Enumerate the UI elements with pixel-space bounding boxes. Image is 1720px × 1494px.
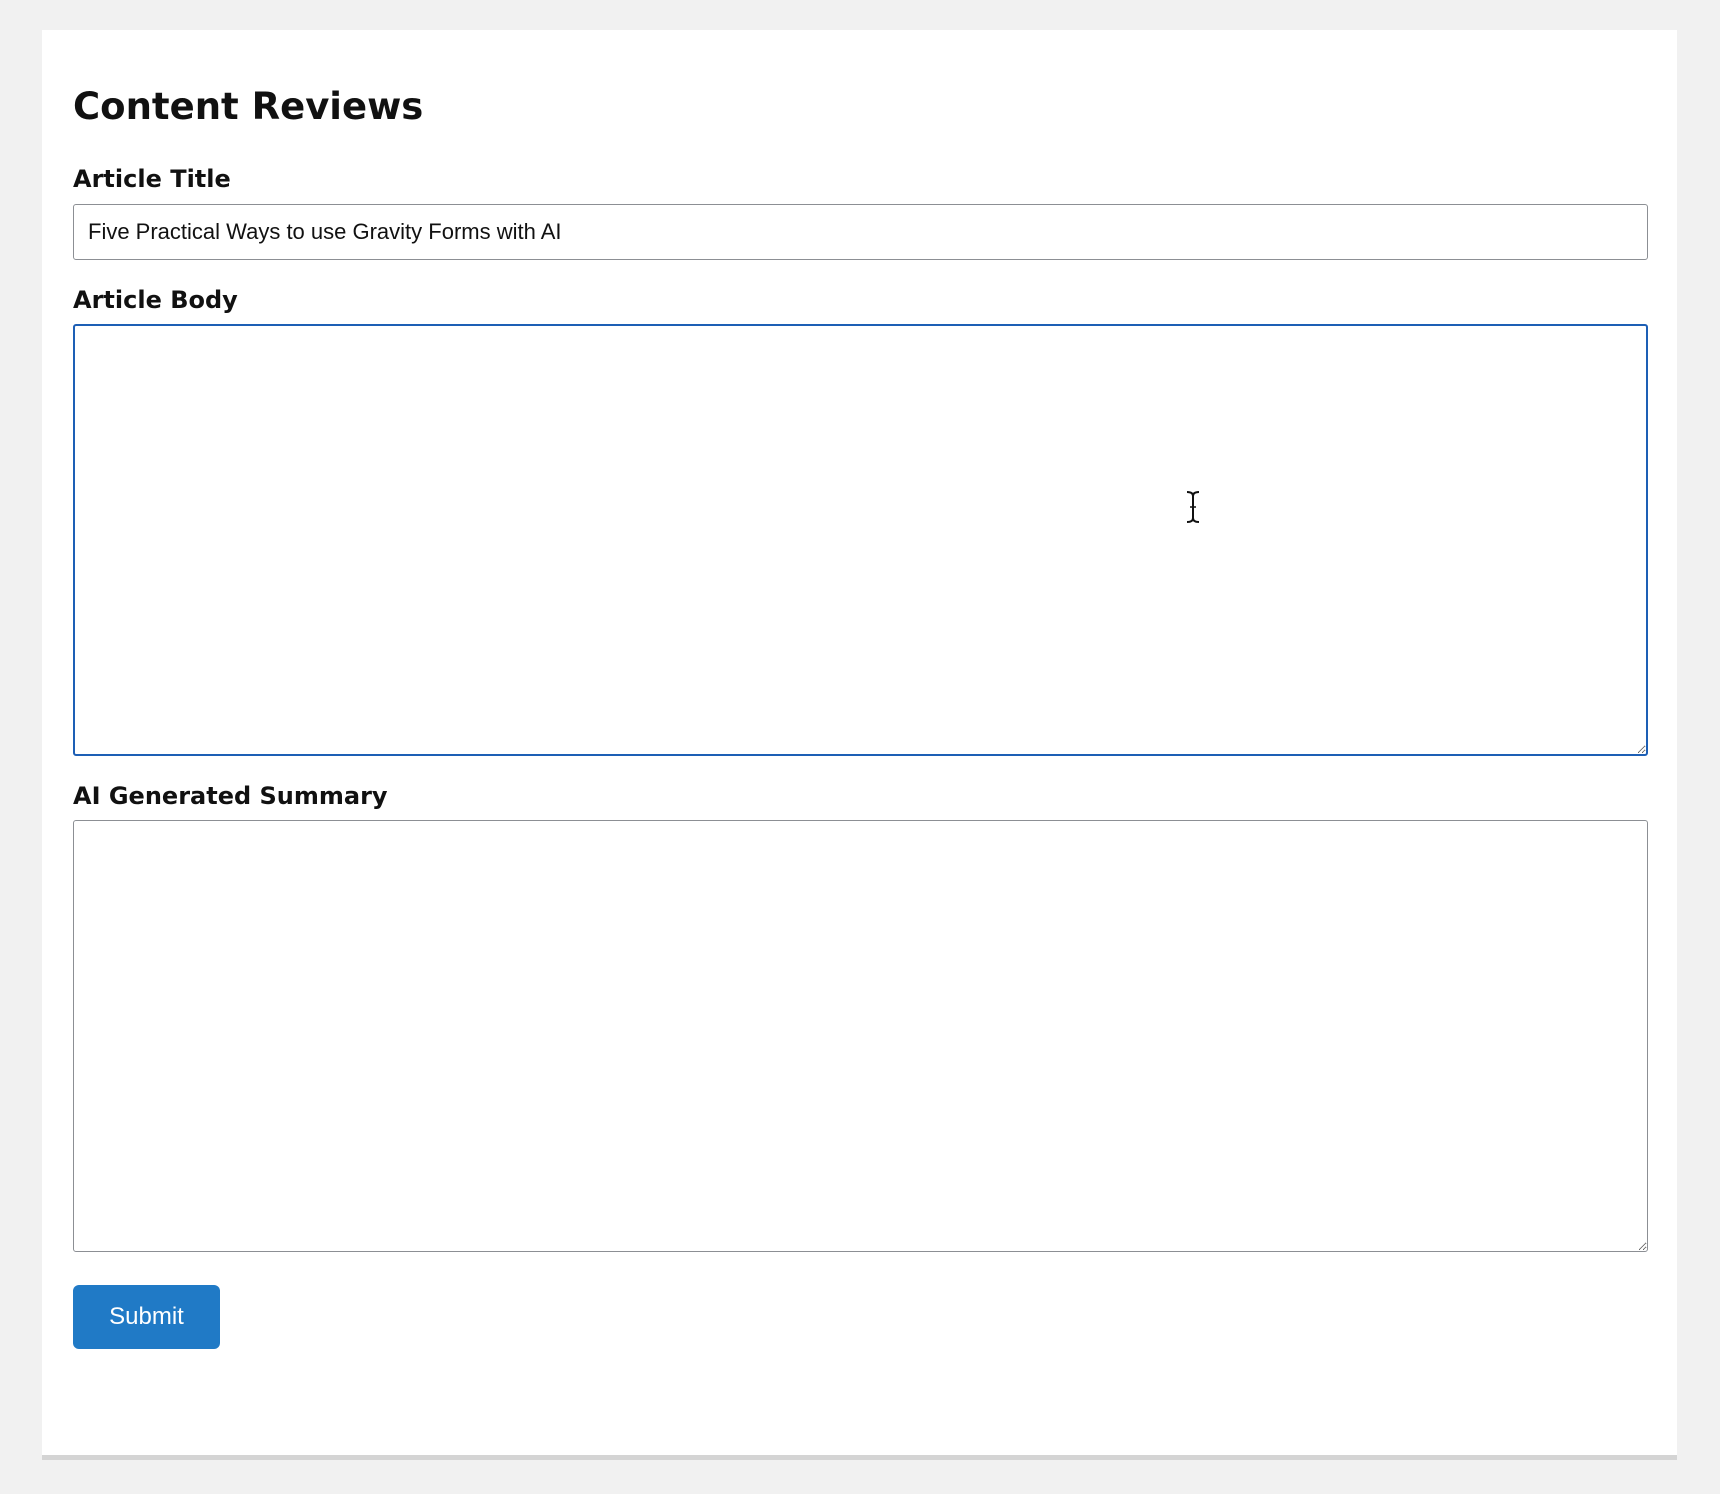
article-body-label: Article Body [73, 286, 238, 314]
form-card: Content Reviews Article Title Article Bo… [42, 30, 1677, 1455]
submit-button[interactable]: Submit [73, 1285, 220, 1349]
article-body-textarea[interactable] [73, 324, 1648, 756]
ai-summary-textarea[interactable] [73, 820, 1648, 1252]
article-title-label: Article Title [73, 165, 231, 193]
article-title-input[interactable] [73, 204, 1648, 260]
form-title: Content Reviews [73, 85, 424, 128]
ai-summary-label: AI Generated Summary [73, 782, 388, 810]
